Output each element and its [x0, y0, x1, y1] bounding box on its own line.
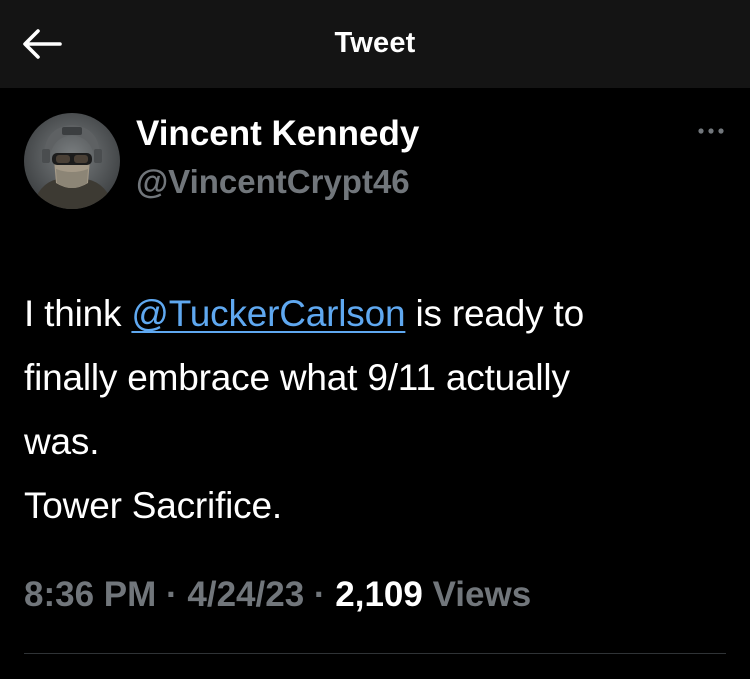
views-count: 2,109: [335, 575, 423, 614]
tweet-meta: 8:36 PM · 4/24/23 · 2,109 Views: [24, 575, 531, 615]
meta-separator: ·: [156, 575, 188, 614]
views-label: Views: [422, 575, 532, 614]
tweet-line-3: was.: [24, 421, 100, 462]
tweet-text: I think @TuckerCarlson is ready to final…: [24, 282, 734, 538]
page-title: Tweet: [334, 27, 416, 59]
more-options-button[interactable]: [693, 122, 729, 140]
author-display-name[interactable]: Vincent Kennedy: [136, 114, 419, 154]
tweet-text-segment: I think: [24, 293, 132, 334]
more-horizontal-icon: [698, 128, 724, 134]
tweet-time[interactable]: 8:36 PM: [24, 575, 156, 614]
tweet-line-4: Tower Sacrifice.: [24, 485, 282, 526]
top-bar: Tweet: [0, 0, 750, 88]
avatar[interactable]: [24, 113, 120, 209]
tweet-date[interactable]: 4/24/23: [187, 575, 304, 614]
tweet-text-segment: is ready to: [405, 293, 584, 334]
mention-link[interactable]: @TuckerCarlson: [131, 293, 405, 334]
tweet-line-2: finally embrace what 9/11 actually: [24, 357, 570, 398]
meta-separator: ·: [304, 575, 336, 614]
avatar-image: [24, 113, 120, 209]
divider: [24, 653, 726, 654]
author-handle[interactable]: @VincentCrypt46: [136, 163, 410, 201]
tweet-line-1: I think @TuckerCarlson is ready to: [24, 282, 734, 346]
